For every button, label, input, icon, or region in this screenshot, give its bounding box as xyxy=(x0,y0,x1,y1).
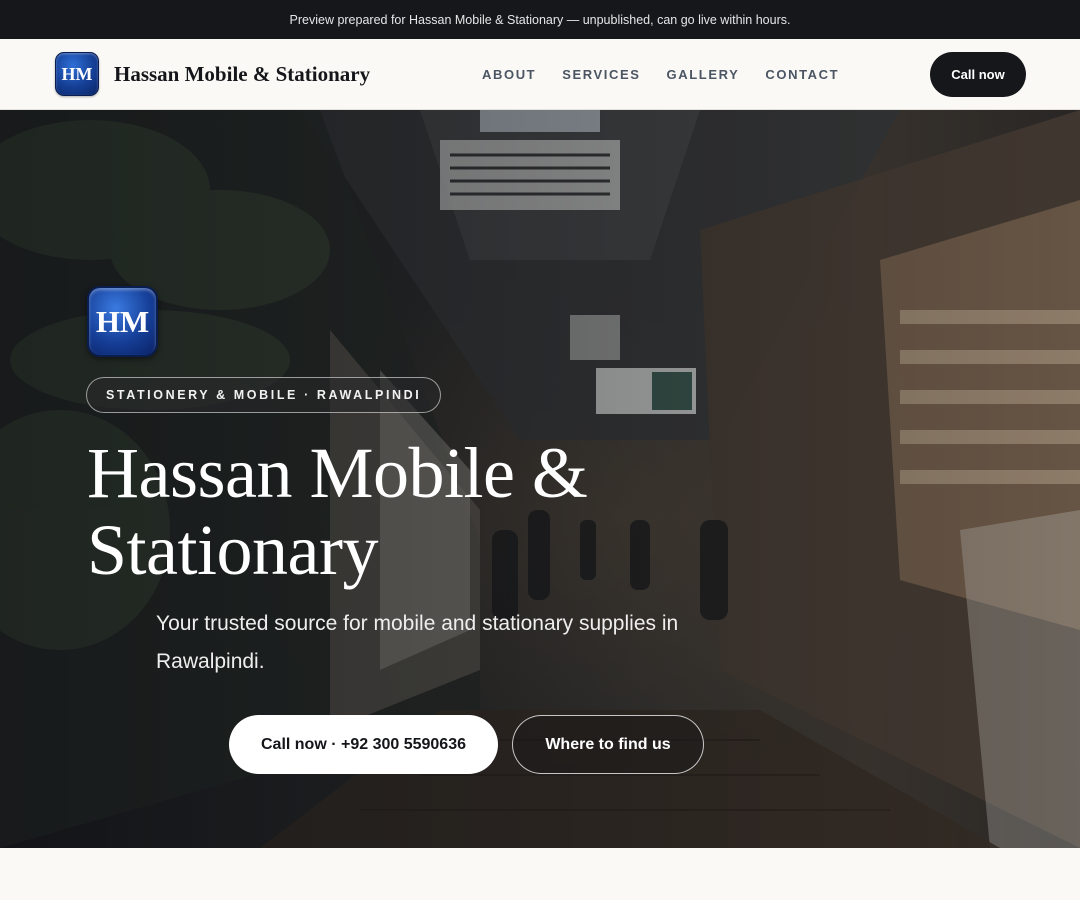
nav-link-gallery[interactable]: GALLERY xyxy=(667,67,740,82)
hero-logo-initials: HM xyxy=(95,303,150,339)
hero-title: Hassan Mobile & Stationary xyxy=(87,435,707,589)
nav-links: ABOUT SERVICES GALLERY CONTACT xyxy=(482,39,865,110)
hero-title-line1: Hassan Mobile & xyxy=(87,433,588,513)
brand-logo-initials: HM xyxy=(61,63,93,84)
hero-section: HM STATIONERY & MOBILE · RAWALPINDI Hass… xyxy=(0,110,1080,848)
hero-logo: HM xyxy=(87,286,158,357)
preview-banner-text: Preview prepared for Hassan Mobile & Sta… xyxy=(289,12,791,27)
main-navbar: HM Hassan Mobile & Stationary ABOUT SERV… xyxy=(0,39,1080,110)
nav-link-contact[interactable]: CONTACT xyxy=(765,67,839,82)
brand-logo: HM xyxy=(55,52,99,96)
nav-link-services[interactable]: SERVICES xyxy=(562,67,640,82)
brand[interactable]: HM Hassan Mobile & Stationary xyxy=(55,52,370,96)
hero-subtitle: Your trusted source for mobile and stati… xyxy=(156,612,679,673)
brand-name: Hassan Mobile & Stationary xyxy=(114,61,371,86)
nav-call-button[interactable]: Call now xyxy=(930,52,1026,97)
next-section-top xyxy=(0,848,1080,900)
preview-banner: Preview prepared for Hassan Mobile & Sta… xyxy=(0,0,1080,39)
hero-eyebrow-text: STATIONERY & MOBILE · RAWALPINDI xyxy=(106,388,422,402)
nav-link-about[interactable]: ABOUT xyxy=(482,67,536,82)
hero-call-button[interactable]: Call now · +92 300 5590636 xyxy=(229,715,498,774)
hero-eyebrow-badge: STATIONERY & MOBILE · RAWALPINDI xyxy=(86,377,442,413)
hero-title-line2: Stationary xyxy=(87,510,378,590)
hero-location-button[interactable]: Where to find us xyxy=(512,715,704,774)
